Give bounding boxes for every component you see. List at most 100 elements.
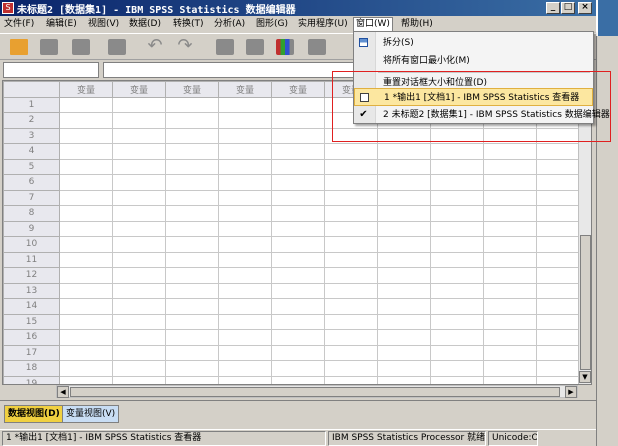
data-cell[interactable]	[271, 298, 325, 315]
data-cell[interactable]	[483, 282, 537, 299]
data-cell[interactable]	[430, 158, 484, 175]
row-header[interactable]: 10	[3, 236, 60, 253]
data-cell[interactable]	[59, 360, 113, 377]
data-cell[interactable]	[59, 205, 113, 222]
data-cell[interactable]	[324, 267, 378, 284]
menu-utilities[interactable]: 实用程序(U)	[296, 18, 350, 32]
data-cell[interactable]	[165, 174, 219, 191]
data-cell[interactable]	[112, 329, 166, 346]
vertical-scroll-thumb[interactable]	[580, 235, 591, 370]
data-cell[interactable]	[430, 205, 484, 222]
data-cell[interactable]	[112, 236, 166, 253]
menu-window[interactable]: 窗口(W)	[353, 17, 393, 31]
data-cell[interactable]	[218, 220, 272, 237]
data-cell[interactable]	[430, 251, 484, 268]
data-cell[interactable]	[377, 267, 431, 284]
variables-icon[interactable]	[274, 37, 296, 57]
data-cell[interactable]	[218, 360, 272, 377]
data-cell[interactable]	[324, 344, 378, 361]
data-cell[interactable]	[218, 158, 272, 175]
row-header[interactable]: 3	[3, 127, 60, 144]
data-cell[interactable]	[218, 205, 272, 222]
data-cell[interactable]	[377, 251, 431, 268]
data-cell[interactable]	[271, 360, 325, 377]
data-cell[interactable]	[271, 174, 325, 191]
data-cell[interactable]	[483, 220, 537, 237]
close-button[interactable]: ×	[578, 2, 592, 14]
data-cell[interactable]	[324, 174, 378, 191]
menu-file[interactable]: 文件(F)	[2, 18, 36, 32]
minimize-button[interactable]: _	[546, 2, 560, 14]
data-cell[interactable]	[324, 158, 378, 175]
data-cell[interactable]	[218, 344, 272, 361]
data-cell[interactable]	[377, 158, 431, 175]
data-cell[interactable]	[324, 205, 378, 222]
data-cell[interactable]	[59, 251, 113, 268]
data-cell[interactable]	[218, 143, 272, 160]
data-cell[interactable]	[165, 236, 219, 253]
data-cell[interactable]	[483, 298, 537, 315]
data-cell[interactable]	[324, 143, 378, 160]
data-cell[interactable]	[430, 329, 484, 346]
column-header[interactable]: 变量	[218, 81, 272, 98]
data-cell[interactable]	[59, 189, 113, 206]
data-cell[interactable]	[324, 375, 378, 384]
data-cell[interactable]	[59, 298, 113, 315]
data-cell[interactable]	[483, 236, 537, 253]
data-cell[interactable]	[483, 375, 537, 384]
save-icon[interactable]	[38, 37, 60, 57]
data-cell[interactable]	[430, 174, 484, 191]
dialog-recall-icon[interactable]	[106, 37, 128, 57]
data-cell[interactable]	[112, 220, 166, 237]
data-cell[interactable]	[324, 236, 378, 253]
data-cell[interactable]	[218, 112, 272, 129]
menu-data[interactable]: 数据(D)	[127, 18, 163, 32]
row-header[interactable]: 15	[3, 313, 60, 330]
menu-analyze[interactable]: 分析(A)	[212, 18, 247, 32]
spss-app-icon[interactable]: S	[2, 2, 14, 14]
data-cell[interactable]	[59, 313, 113, 330]
row-header[interactable]: 8	[3, 205, 60, 222]
data-cell[interactable]	[112, 251, 166, 268]
goto-variable-icon[interactable]	[244, 37, 266, 57]
data-cell[interactable]	[218, 96, 272, 113]
column-header[interactable]: 变量	[59, 81, 113, 98]
data-cell[interactable]	[483, 174, 537, 191]
data-cell[interactable]	[271, 220, 325, 237]
data-cell[interactable]	[271, 251, 325, 268]
data-cell[interactable]	[59, 344, 113, 361]
data-cell[interactable]	[218, 189, 272, 206]
column-header[interactable]: 变量	[112, 81, 166, 98]
maximize-button[interactable]: □	[561, 2, 575, 14]
row-header[interactable]: 17	[3, 344, 60, 361]
data-cell[interactable]	[377, 282, 431, 299]
data-cell[interactable]	[377, 220, 431, 237]
menu-view[interactable]: 视图(V)	[86, 18, 121, 32]
scroll-left-icon[interactable]: ◀	[57, 386, 69, 398]
goto-case-icon[interactable]	[214, 37, 236, 57]
data-cell[interactable]	[324, 189, 378, 206]
scroll-down-icon[interactable]: ▼	[579, 371, 591, 383]
data-cell[interactable]	[59, 112, 113, 129]
data-cell[interactable]	[483, 360, 537, 377]
data-cell[interactable]	[324, 329, 378, 346]
data-cell[interactable]	[271, 158, 325, 175]
data-cell[interactable]	[59, 282, 113, 299]
data-cell[interactable]	[165, 189, 219, 206]
data-cell[interactable]	[271, 127, 325, 144]
data-cell[interactable]	[271, 205, 325, 222]
row-header[interactable]: 11	[3, 251, 60, 268]
scroll-right-icon[interactable]: ▶	[565, 386, 577, 398]
data-cell[interactable]	[271, 375, 325, 384]
data-cell[interactable]	[271, 236, 325, 253]
data-cell[interactable]	[112, 267, 166, 284]
data-cell[interactable]	[59, 267, 113, 284]
data-cell[interactable]	[218, 174, 272, 191]
data-cell[interactable]	[165, 96, 219, 113]
data-cell[interactable]	[483, 189, 537, 206]
row-header[interactable]: 5	[3, 158, 60, 175]
data-cell[interactable]	[271, 329, 325, 346]
data-cell[interactable]	[165, 205, 219, 222]
data-cell[interactable]	[59, 174, 113, 191]
data-cell[interactable]	[483, 313, 537, 330]
